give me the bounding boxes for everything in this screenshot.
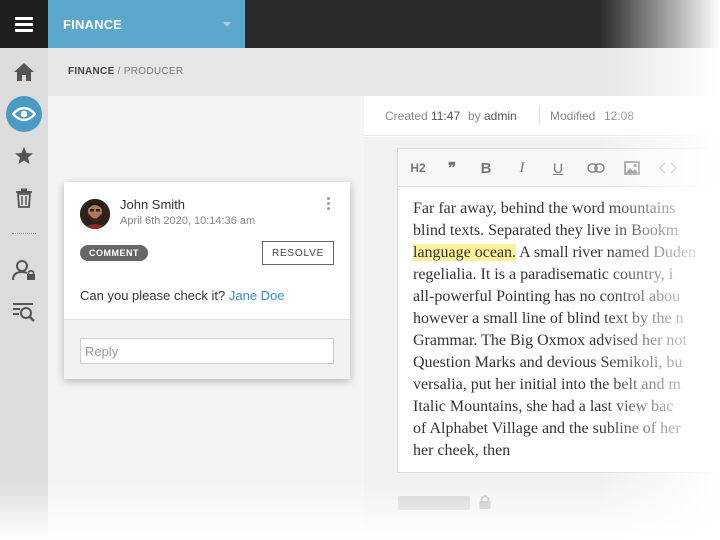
user-lock-icon	[12, 260, 35, 281]
italic-button[interactable]: I	[514, 159, 530, 177]
home-icon	[14, 63, 34, 81]
active-indicator	[6, 96, 42, 132]
top-bar: FINANCE	[0, 0, 720, 48]
comment-text: Can you please check it?	[80, 288, 229, 303]
text-line: Question Marks and devious Semikoli, bu	[413, 354, 683, 371]
sidebar-item-view[interactable]	[0, 94, 48, 134]
modified-time: 12:08	[604, 109, 635, 123]
breadcrumb-root[interactable]: FINANCE	[68, 66, 115, 77]
more-options-icon[interactable]	[325, 197, 331, 213]
comment-card: John Smith April 6th 2020, 10:14:36 am C…	[64, 182, 350, 379]
sidebar	[0, 48, 48, 540]
image-icon	[624, 161, 640, 175]
heading-button[interactable]: H2	[408, 159, 428, 177]
breadcrumb-bar: FINANCE / PRODUCER	[48, 48, 720, 96]
meta-divider	[539, 106, 540, 124]
sidebar-item-user-permissions[interactable]	[0, 250, 48, 290]
editor-content[interactable]: Far far away, behind the word mountains …	[397, 186, 720, 473]
editor-toolbar: H2 ❞ B I U	[397, 148, 720, 186]
menu-icon	[15, 29, 33, 32]
code-button[interactable]	[658, 159, 678, 177]
text-line: all-powerful Pointing has no control abo…	[413, 288, 681, 305]
sidebar-divider	[12, 233, 36, 234]
resolve-button[interactable]: RESOLVE	[262, 241, 334, 265]
code-icon	[659, 162, 677, 174]
lock-icon	[479, 495, 491, 509]
created-label: Created	[385, 109, 428, 123]
menu-icon	[15, 23, 33, 26]
document-meta: Created 11:47 by admin Modified 12:08	[364, 96, 720, 136]
reply-input[interactable]	[80, 338, 334, 364]
modified-label: Modified	[550, 109, 596, 123]
text-line: of Alphabet Village and the subline of h…	[413, 420, 681, 437]
text-line: versalia, put her initial into the belt …	[413, 376, 681, 393]
eye-icon	[12, 106, 36, 122]
comment-date: April 6th 2020, 10:14:36 am	[120, 215, 256, 227]
user-mention-link[interactable]: Jane Doe	[229, 288, 285, 303]
link-button[interactable]	[586, 159, 606, 177]
image-button[interactable]	[623, 159, 641, 177]
bold-button[interactable]: B	[478, 159, 494, 177]
text-line: her cheek, then	[413, 442, 511, 459]
menu-icon	[15, 17, 33, 20]
avatar	[80, 199, 110, 229]
document-text: Far far away, behind the word mountains …	[413, 198, 713, 462]
search-list-icon	[13, 303, 35, 322]
text-line: language ocean. A small river named Dude…	[413, 242, 713, 264]
project-dropdown[interactable]: FINANCE	[48, 0, 245, 48]
comment-type-badge: COMMENT	[80, 245, 148, 261]
text-line-rest: A small river named Duden	[516, 244, 697, 261]
quote-button[interactable]: ❞	[443, 159, 461, 177]
text-line: Grammar. The Big Oxmox advised her not	[413, 332, 687, 349]
chevron-down-icon	[223, 22, 231, 27]
user-avatar-image	[80, 199, 110, 229]
comment-author: John Smith	[120, 197, 186, 212]
commented-highlight[interactable]: language ocean.	[413, 244, 517, 261]
text-line: however a small line of blind text by th…	[413, 310, 684, 327]
underline-button[interactable]: U	[550, 159, 566, 177]
trash-icon	[16, 188, 32, 208]
created-by-author: admin	[484, 109, 517, 123]
sidebar-item-trash[interactable]	[0, 178, 48, 218]
breadcrumb-current: PRODUCER	[123, 66, 184, 77]
breadcrumb: FINANCE / PRODUCER	[68, 66, 183, 77]
star-icon	[15, 147, 33, 164]
breadcrumb-separator: /	[114, 66, 124, 77]
comment-body: Can you please check it? Jane Doe	[80, 288, 285, 303]
hamburger-menu-button[interactable]	[0, 0, 48, 48]
text-line: Italic Mountains, she had a last view ba…	[413, 398, 674, 415]
sidebar-item-home[interactable]	[0, 52, 48, 92]
by-label: by	[468, 109, 481, 123]
text-line: blind texts. Separated they live in Book…	[413, 222, 679, 239]
text-line: Far far away, behind the word mountains	[413, 200, 676, 217]
sidebar-item-search-list[interactable]	[0, 292, 48, 332]
project-dropdown-label: FINANCE	[63, 17, 123, 32]
link-icon	[587, 163, 605, 173]
status-badge	[398, 496, 470, 510]
sidebar-item-favorites[interactable]	[0, 136, 48, 176]
created-time: 11:47	[431, 109, 461, 123]
text-line: regelialia. It is a paradisematic countr…	[413, 266, 674, 283]
